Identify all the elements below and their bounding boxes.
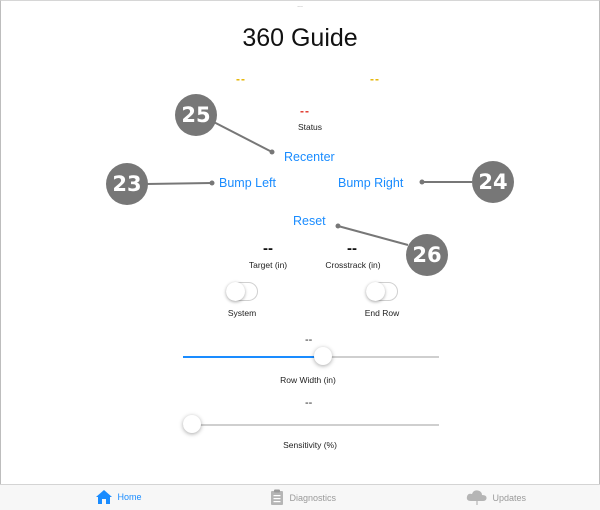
sensitivity-track (183, 424, 439, 426)
tab-home[interactable]: Home (95, 489, 142, 505)
callout-23: 23 (106, 163, 148, 205)
callout-25: 25 (175, 94, 217, 136)
row-width-value: -- (305, 334, 313, 346)
system-label: System (227, 308, 257, 318)
sensitivity-value: -- (305, 397, 313, 409)
callout-26: 26 (406, 234, 448, 276)
end-row-toggle-knob (366, 282, 385, 301)
crosstrack-label: Crosstrack (in) (325, 260, 381, 270)
callout-24: 24 (472, 161, 514, 203)
end-row-toggle[interactable] (366, 282, 398, 301)
tab-updates[interactable]: Updates (466, 489, 526, 506)
system-toggle[interactable] (226, 282, 258, 301)
row-width-slider[interactable] (183, 347, 439, 376)
system-toggle-knob (226, 282, 245, 301)
clipboard-icon (271, 489, 283, 505)
tab-bar: Home Diagnostics Updates (0, 484, 600, 510)
row-width-track-fill (183, 356, 323, 358)
sensitivity-thumb[interactable] (183, 415, 201, 433)
cloud-download-icon (466, 490, 487, 505)
reset-button[interactable]: Reset (293, 214, 326, 228)
row-width-label: Row Width (in) (280, 375, 336, 385)
home-icon (96, 490, 112, 504)
tab-updates-label: Updates (492, 492, 527, 503)
target-value: -- (263, 240, 273, 257)
tab-home-label: Home (117, 492, 142, 502)
sensitivity-label: Sensitivity (%) (283, 440, 337, 450)
tab-diagnostics-label: Diagnostics (289, 492, 337, 503)
crosstrack-value: -- (347, 240, 357, 257)
bump-right-button[interactable]: Bump Right (338, 176, 403, 190)
end-row-label: End Row (364, 308, 400, 318)
bump-left-button[interactable]: Bump Left (219, 176, 276, 190)
recenter-button[interactable]: Recenter (284, 150, 335, 164)
tab-diagnostics[interactable]: Diagnostics (270, 489, 336, 506)
target-label: Target (in) (248, 260, 288, 270)
row-width-thumb[interactable] (313, 347, 332, 365)
